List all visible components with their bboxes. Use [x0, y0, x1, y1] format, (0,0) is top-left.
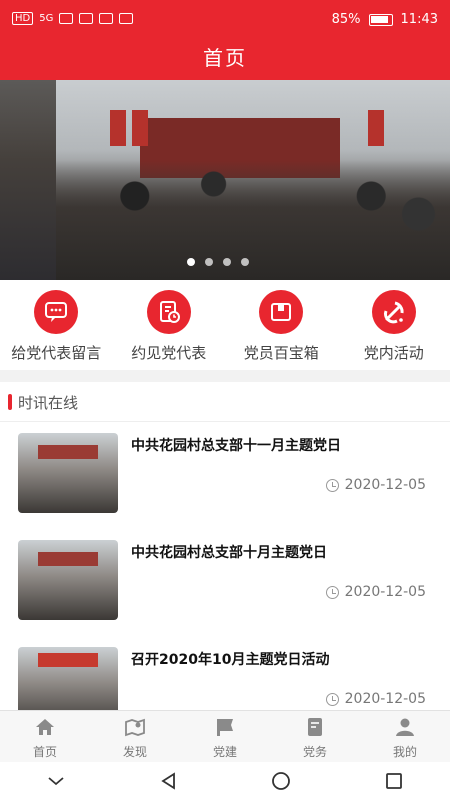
news-thumbnail: [18, 433, 118, 513]
clock-icon: [325, 478, 339, 492]
quick-action-label: 给党代表留言: [11, 344, 102, 362]
document-icon: [308, 718, 322, 736]
news-date-text: 2020-12-05: [344, 691, 426, 707]
battery-icon: [368, 13, 393, 26]
banner-crowd: [56, 160, 450, 280]
signal-icon: [59, 13, 74, 24]
news-date-text: 2020-12-05: [344, 477, 426, 493]
quick-action-label: 约见党代表: [131, 344, 207, 362]
clock-time: 11:43: [400, 12, 438, 27]
recent-apps-icon[interactable]: [384, 771, 404, 791]
battery-percent: 85%: [331, 12, 361, 27]
flag-icon: [217, 719, 233, 736]
back-icon[interactable]: [159, 771, 179, 791]
clock-icon: [325, 585, 339, 599]
quick-action-toolbox[interactable]: 党员百宝箱: [225, 280, 338, 370]
carousel-indicators: [187, 258, 249, 266]
appointment-icon: [146, 290, 191, 334]
news-title: 中共花园村总支部十月主题党日: [131, 545, 327, 561]
bottom-tab-bar: 首页 发现 党建 党务 我的: [0, 710, 450, 762]
banner-wall-sign: [110, 110, 126, 146]
section-marker: [8, 394, 12, 410]
tab-profile[interactable]: 我的: [360, 711, 450, 762]
news-date: 2020-12-05: [325, 477, 426, 493]
tab-party-building[interactable]: 党建: [180, 711, 270, 762]
news-title: 召开2020年10月主题党日活动: [131, 652, 330, 668]
system-navigation-bar: [0, 762, 450, 800]
tab-label: 党建: [212, 745, 237, 759]
carousel-dot[interactable]: [223, 258, 231, 266]
section-divider: [0, 370, 450, 382]
party-emblem-icon: [371, 290, 416, 334]
carousel-dot[interactable]: [241, 258, 249, 266]
chevron-down-icon[interactable]: [46, 774, 66, 788]
wifi-icon: [79, 13, 94, 24]
carousel-dot[interactable]: [205, 258, 213, 266]
hd-indicator: HD: [12, 12, 34, 25]
news-date-text: 2020-12-05: [344, 584, 426, 600]
quick-action-label: 党内活动: [363, 344, 424, 362]
news-date: 2020-12-05: [325, 584, 426, 600]
quick-action-appointment[interactable]: 约见党代表: [113, 280, 226, 370]
carousel-dot[interactable]: [187, 258, 195, 266]
tab-party-affairs[interactable]: 党务: [270, 711, 360, 762]
home-circle-icon[interactable]: [271, 771, 291, 791]
tiktok-icon: [119, 13, 134, 24]
status-indicators: HD 5G: [12, 12, 134, 25]
banner-wall-sign: [368, 110, 384, 146]
quick-action-message[interactable]: 给党代表留言: [0, 280, 113, 370]
banner-photo-previous: [0, 80, 56, 280]
tab-home[interactable]: 首页: [0, 711, 90, 762]
tab-label: 发现: [122, 745, 147, 759]
news-section-header: 时讯在线: [0, 382, 450, 422]
tab-label: 首页: [32, 745, 57, 759]
network-indicator: 5G: [39, 13, 54, 24]
quick-action-party-activities[interactable]: 党内活动: [338, 280, 450, 370]
banner-wall-sign: [132, 110, 148, 146]
news-date: 2020-12-05: [325, 691, 426, 707]
notification-icon: [99, 13, 114, 24]
toolbox-icon: [259, 290, 304, 334]
map-icon: [125, 718, 145, 737]
quick-action-label: 党员百宝箱: [243, 344, 319, 362]
section-title: 时讯在线: [18, 394, 79, 412]
quick-actions: 给党代表留言 约见党代表 党员百宝箱 党内活动: [0, 280, 450, 370]
home-icon: [36, 719, 54, 735]
page-title: 首页: [0, 40, 450, 80]
user-icon: [396, 718, 414, 736]
banner-carousel[interactable]: [0, 80, 450, 280]
tab-label: 我的: [392, 745, 417, 759]
message-icon: [34, 290, 79, 334]
tab-label: 党务: [302, 745, 327, 759]
news-thumbnail: [18, 540, 118, 620]
status-bar: HD 5G 85% 11:43: [0, 0, 450, 40]
news-item[interactable]: 中共花园村总支部十月主题党日 2020-12-05: [0, 540, 450, 640]
news-item[interactable]: 中共花园村总支部十一月主题党日 2020-12-05: [0, 433, 450, 533]
tab-discover[interactable]: 发现: [90, 711, 180, 762]
news-title: 中共花园村总支部十一月主题党日: [131, 438, 341, 454]
clock-icon: [325, 692, 339, 706]
